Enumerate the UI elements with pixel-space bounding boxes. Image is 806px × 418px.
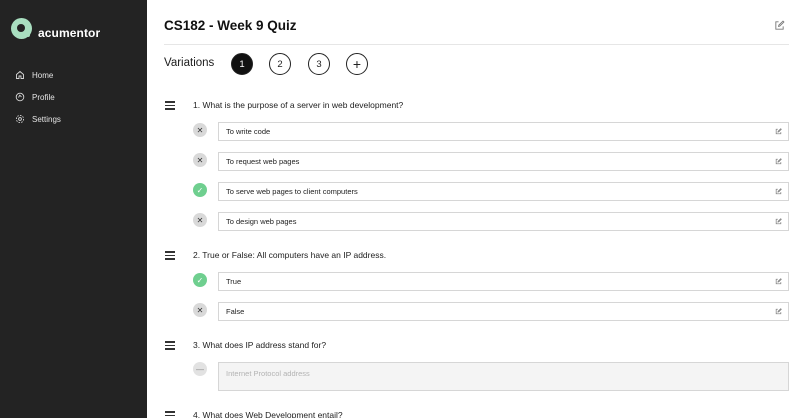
- variation-button-2[interactable]: 2: [269, 53, 291, 75]
- answer-text: To design web pages: [226, 217, 297, 226]
- sidebar-item-profile[interactable]: Profile: [15, 86, 61, 108]
- brand[interactable]: acumentor: [11, 17, 100, 40]
- answer-field[interactable]: True: [218, 272, 789, 291]
- variations-label: Variations: [164, 57, 215, 69]
- minus-icon[interactable]: —: [193, 362, 207, 376]
- question-text: 3. What does IP address stand for?: [193, 340, 327, 350]
- answer-text: False: [226, 307, 245, 316]
- sidebar-item-settings[interactable]: Settings: [15, 108, 61, 130]
- edit-icon[interactable]: [775, 278, 782, 285]
- home-icon: [16, 70, 24, 79]
- page-title: CS182 - Week 9 Quiz: [164, 18, 297, 33]
- brand-name: acumentor: [38, 26, 101, 40]
- acumentor-logo-icon: [11, 18, 32, 39]
- variation-button-3[interactable]: 3: [308, 53, 330, 75]
- mark-wrong-icon[interactable]: ✕: [193, 303, 207, 317]
- answer-field[interactable]: False: [218, 302, 789, 321]
- drag-handle-icon[interactable]: [165, 251, 175, 260]
- edit-icon[interactable]: [775, 188, 782, 195]
- answer-field[interactable]: To serve web pages to client computers: [218, 182, 789, 201]
- answer-text: To serve web pages to client computers: [226, 187, 358, 196]
- divider: [164, 44, 789, 45]
- sidebar-item-label: Profile: [32, 92, 55, 102]
- scroll-fade: [477, 404, 697, 418]
- question-text: 2. True or False: All computers have an …: [193, 250, 387, 260]
- mark-wrong-icon[interactable]: ✕: [193, 153, 207, 167]
- edit-icon[interactable]: [775, 218, 782, 225]
- check-icon[interactable]: ✓: [193, 273, 207, 287]
- edit-icon[interactable]: [775, 158, 782, 165]
- gear-icon: [15, 114, 25, 124]
- answer-field[interactable]: To write code: [218, 122, 789, 141]
- profile-icon: [15, 92, 25, 102]
- question-text: 4. What does Web Development entail?: [193, 410, 343, 418]
- answer-field[interactable]: To design web pages: [218, 212, 789, 231]
- drag-handle-icon[interactable]: [165, 411, 175, 418]
- edit-icon[interactable]: [775, 128, 782, 135]
- mark-wrong-icon[interactable]: ✕: [193, 123, 207, 137]
- answer-text: To write code: [226, 127, 271, 136]
- main-content: CS182 - Week 9 Quiz Variations 1 2 3 + 1…: [147, 0, 806, 418]
- sidebar-nav: Home Profile Settings: [15, 64, 61, 130]
- answer-placeholder: Internet Protocol address: [226, 369, 310, 378]
- drag-handle-icon[interactable]: [165, 101, 175, 110]
- answer-text: To request web pages: [226, 157, 300, 166]
- drag-handle-icon[interactable]: [165, 341, 175, 350]
- answer-text: True: [226, 277, 242, 286]
- sidebar-item-label: Home: [32, 70, 54, 80]
- edit-title-icon[interactable]: [774, 20, 785, 31]
- check-icon[interactable]: ✓: [193, 183, 207, 197]
- answer-input[interactable]: Internet Protocol address: [218, 362, 789, 391]
- question-text: 1. What is the purpose of a server in we…: [193, 100, 404, 110]
- edit-icon[interactable]: [775, 308, 782, 315]
- sidebar-item-label: Settings: [32, 114, 61, 124]
- add-variation-button[interactable]: +: [346, 53, 368, 75]
- mark-wrong-icon[interactable]: ✕: [193, 213, 207, 227]
- sidebar-item-home[interactable]: Home: [15, 64, 61, 86]
- sidebar: acumentor Home Profile Settings: [0, 0, 147, 418]
- variation-button-1[interactable]: 1: [231, 53, 253, 75]
- answer-field[interactable]: To request web pages: [218, 152, 789, 171]
